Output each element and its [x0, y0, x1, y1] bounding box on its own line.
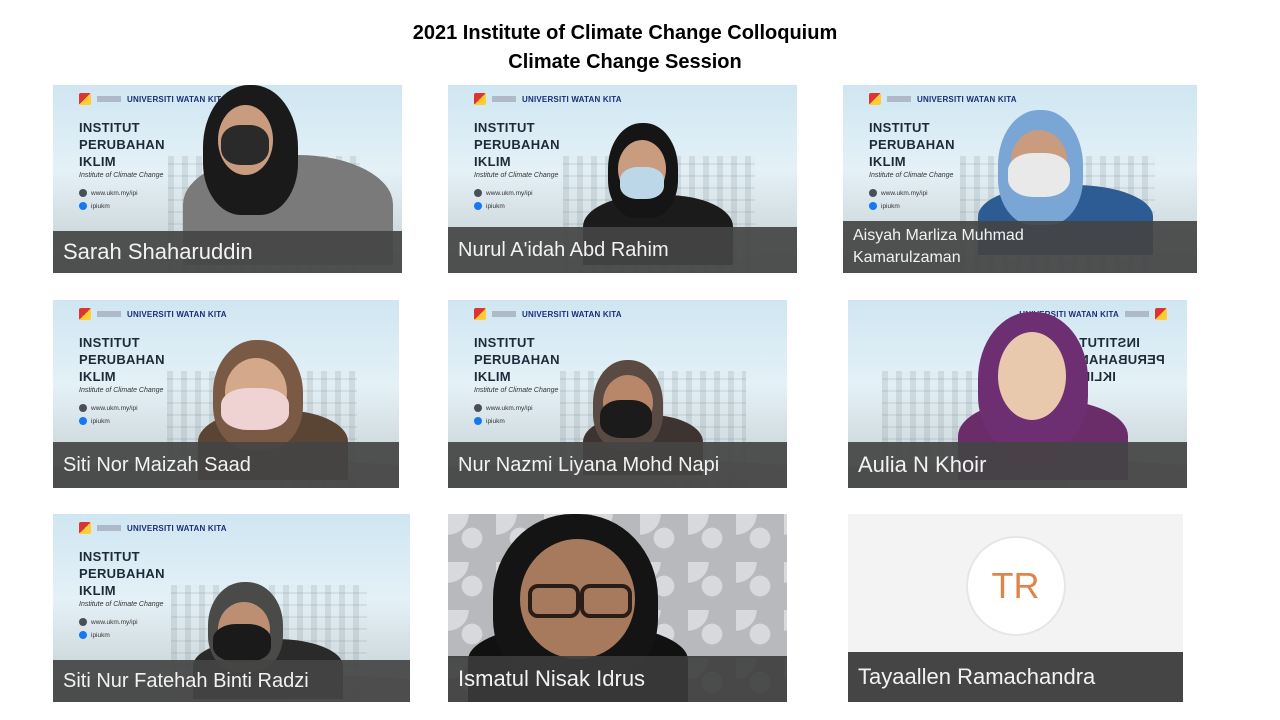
- institute-banner: INSTITUT PERUBAHAN IKLIM Institute of Cl…: [79, 120, 165, 210]
- web-icon: [79, 189, 87, 197]
- video-tile[interactable]: UNIVERSITI WATAN KITA INSTITUT PERUBAHAN…: [448, 300, 787, 488]
- web-icon: [474, 189, 482, 197]
- participant-name-label: Siti Nor Maizah Saad: [53, 442, 399, 488]
- university-logo: UNIVERSITI WATAN KITA: [869, 93, 1017, 105]
- page-subtitle: Climate Change Session: [508, 51, 742, 73]
- participant-name-label: Aisyah Marliza Muhmad Kamarulzaman: [843, 221, 1197, 273]
- web-icon: [474, 404, 482, 412]
- video-tile[interactable]: UNIVERSITI WATAN KITA INSTITUT PERUBAHAN…: [53, 514, 410, 702]
- institute-banner: INSTITUT PERUBAHAN IKLIM Institute of Cl…: [869, 120, 955, 210]
- video-tile[interactable]: UNIVERSITI WATAN KITA INSTITUT PERUBAHAN…: [448, 85, 797, 273]
- facebook-icon: [869, 202, 877, 210]
- page-title: 2021 Institute of Climate Change Colloqu…: [412, 22, 838, 44]
- facebook-icon: [79, 202, 87, 210]
- participant-name-label: Aulia N Khoir: [848, 442, 1187, 488]
- participant-name-label: Sarah Shaharuddin: [53, 231, 402, 273]
- participant-name-label: Siti Nur Fatehah Binti Radzi: [53, 660, 410, 702]
- video-tile[interactable]: UNIVERSITI WATAN KITA INSTITUT PERUBAHAN…: [53, 85, 402, 273]
- participant-avatar: TR: [965, 536, 1066, 636]
- video-tile[interactable]: Ismatul Nisak Idrus: [448, 514, 787, 702]
- university-logo: UNIVERSITI WATAN KITA: [79, 308, 227, 320]
- participant-name-label: Nurul A'idah Abd Rahim: [448, 227, 797, 273]
- web-icon: [869, 189, 877, 197]
- university-logo: UNIVERSITI WATAN KITA: [79, 93, 227, 105]
- web-icon: [79, 618, 87, 626]
- institute-banner: INSTITUT PERUBAHAN IKLIM Institute of Cl…: [474, 120, 560, 210]
- participant-name-label: Nur Nazmi Liyana Mohd Napi: [448, 442, 787, 488]
- video-tile[interactable]: UNIVERSITI WATAN KITA INSTITUT PERUBAHAN…: [848, 300, 1187, 488]
- participant-name-label: Ismatul Nisak Idrus: [448, 656, 787, 702]
- institute-banner: INSTITUT PERUBAHAN IKLIM Institute of Cl…: [79, 335, 165, 425]
- institute-banner-mirrored: INSTITUT PERUBAHAN IKLIM: [1079, 335, 1165, 384]
- facebook-icon: [79, 631, 87, 639]
- university-logo: UNIVERSITI WATAN KITA: [79, 522, 227, 534]
- university-logo: UNIVERSITI WATAN KITA: [474, 93, 622, 105]
- video-tile[interactable]: UNIVERSITI WATAN KITA INSTITUT PERUBAHAN…: [843, 85, 1197, 273]
- institute-banner: INSTITUT PERUBAHAN IKLIM Institute of Cl…: [79, 549, 165, 639]
- facebook-icon: [474, 417, 482, 425]
- institute-banner: INSTITUT PERUBAHAN IKLIM Institute of Cl…: [474, 335, 560, 425]
- participant-name-label: Tayaallen Ramachandra: [848, 652, 1183, 702]
- web-icon: [79, 404, 87, 412]
- video-tile[interactable]: TR Tayaallen Ramachandra: [848, 514, 1183, 702]
- video-tile[interactable]: UNIVERSITI WATAN KITA INSTITUT PERUBAHAN…: [53, 300, 399, 488]
- university-logo: UNIVERSITI WATAN KITA: [474, 308, 622, 320]
- facebook-icon: [79, 417, 87, 425]
- facebook-icon: [474, 202, 482, 210]
